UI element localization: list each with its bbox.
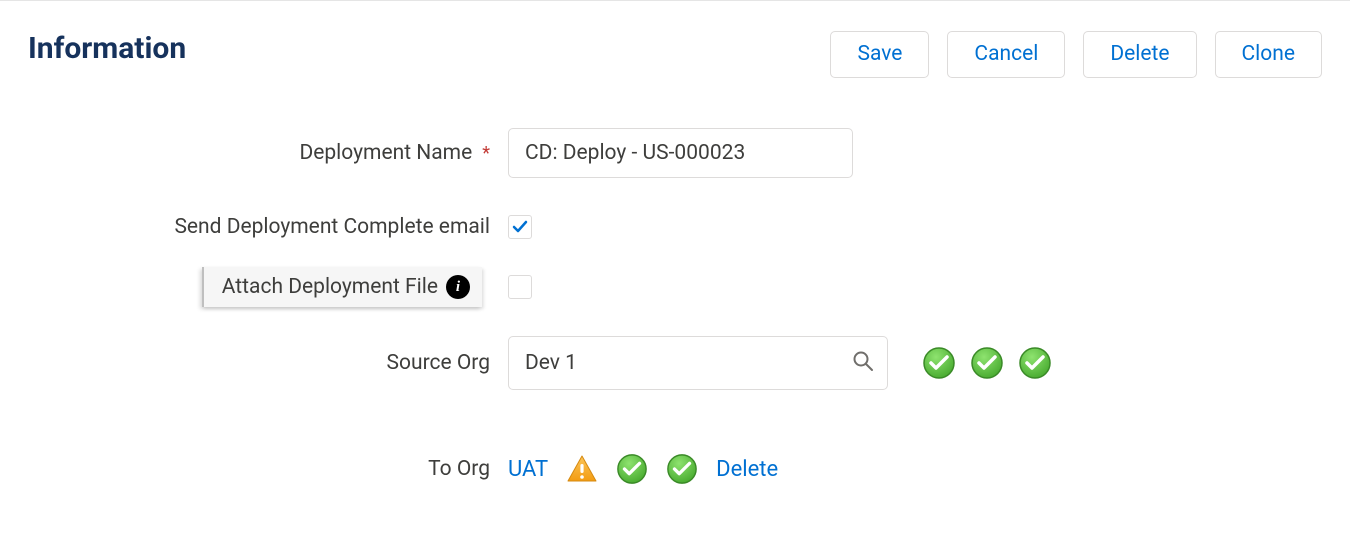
field-send-email: Send Deployment Complete email: [28, 206, 1322, 248]
status-ok-icon: [922, 346, 956, 380]
check-icon: [512, 219, 528, 235]
send-email-label: Send Deployment Complete email: [174, 215, 490, 239]
status-ok-icon: [970, 346, 1004, 380]
to-org-link[interactable]: UAT: [508, 457, 548, 482]
field-deployment-name: Deployment Name *: [28, 128, 1322, 178]
source-org-input[interactable]: [508, 336, 888, 390]
source-org-label: Source Org: [387, 351, 490, 375]
save-button[interactable]: Save: [830, 31, 929, 78]
required-indicator: *: [482, 143, 490, 164]
status-ok-icon: [1018, 346, 1052, 380]
to-org-label: To Org: [428, 457, 490, 481]
cancel-button[interactable]: Cancel: [947, 31, 1065, 78]
delete-button[interactable]: Delete: [1083, 31, 1196, 78]
field-to-org: To Org UAT Delete: [28, 448, 1322, 490]
status-warn-icon: [566, 453, 598, 485]
deployment-name-input[interactable]: [508, 128, 853, 178]
action-buttons: Save Cancel Delete Clone: [830, 31, 1322, 78]
info-icon[interactable]: i: [446, 275, 470, 299]
status-ok-icon: [616, 453, 648, 485]
field-source-org: Source Org: [28, 336, 1322, 390]
status-ok-icon: [666, 453, 698, 485]
attach-file-checkbox[interactable]: [508, 275, 532, 299]
clone-button[interactable]: Clone: [1215, 31, 1322, 78]
deployment-name-label: Deployment Name: [299, 141, 472, 165]
field-attach-file: Attach Deployment File i: [28, 266, 1322, 308]
section-title: Information: [28, 31, 186, 67]
attach-file-label: Attach Deployment File: [222, 275, 438, 299]
to-org-delete-link[interactable]: Delete: [716, 457, 778, 482]
send-email-checkbox[interactable]: [508, 215, 532, 239]
